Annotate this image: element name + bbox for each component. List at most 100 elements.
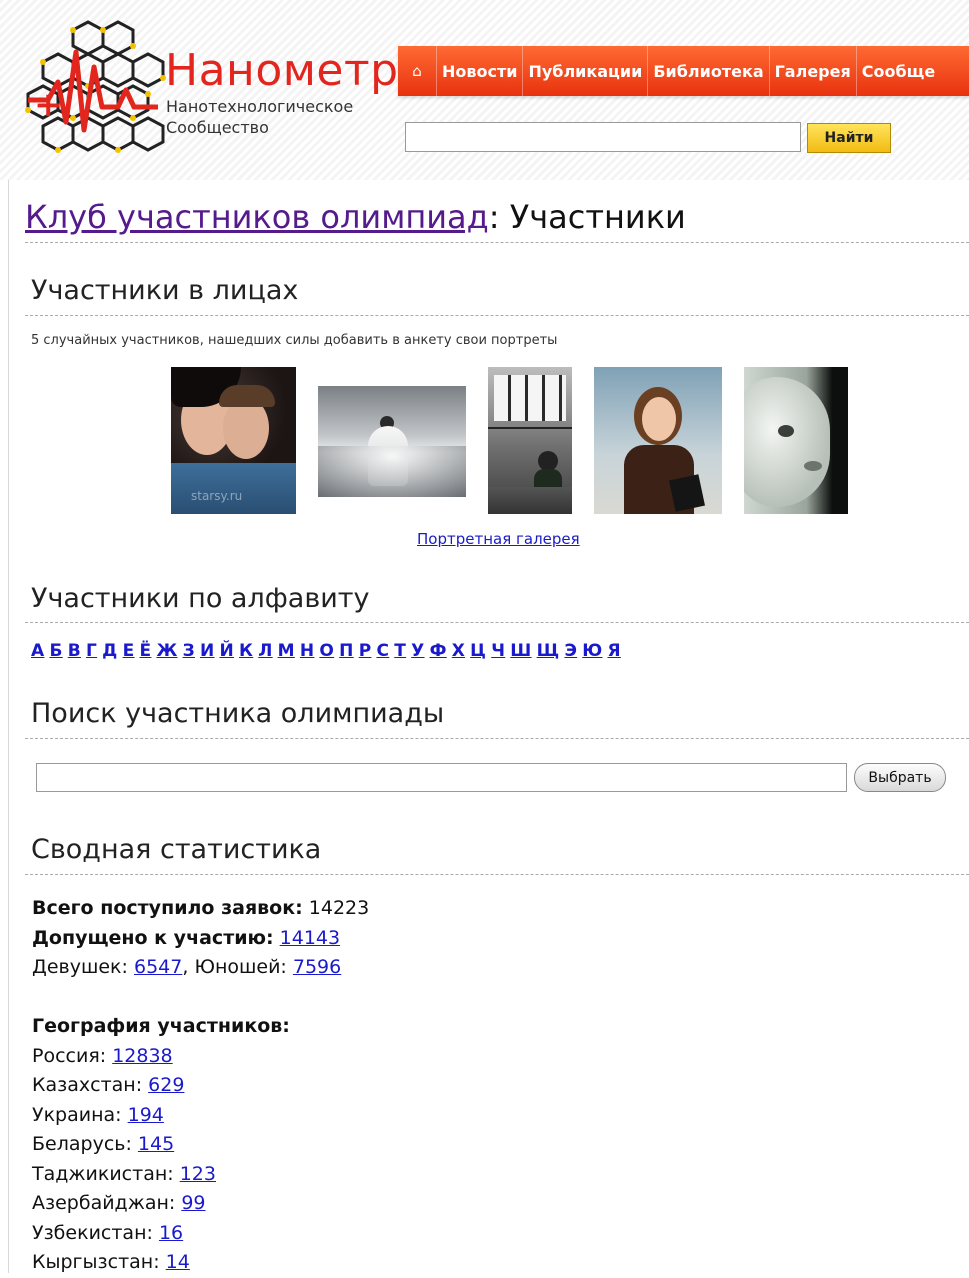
divider [25, 315, 969, 316]
country-name: Казахстан: [32, 1074, 143, 1096]
letter-link[interactable]: Й [219, 641, 234, 661]
member-photo[interactable]: starsy.ru [171, 367, 296, 514]
site-brand-name[interactable]: Нанометр [165, 46, 399, 96]
portrait-gallery-link[interactable]: Портретная галерея [417, 530, 580, 548]
breadcrumb-olympiad-club-link[interactable]: Клуб участников олимпиад [25, 198, 489, 236]
tagline-line-1: Нанотехнологическое [166, 97, 354, 116]
page-title: Клуб участников олимпиад: Участники [25, 196, 686, 238]
country-name: Таджикистан: [32, 1162, 174, 1185]
letter-link[interactable]: Б [49, 641, 62, 661]
top-navigation: ⌂ Новости Публикации Библиотека Галерея … [398, 46, 969, 96]
letter-link[interactable]: О [319, 641, 334, 661]
country-count-link[interactable]: 194 [128, 1104, 164, 1126]
stat-girls-link[interactable]: 6547 [134, 956, 182, 978]
stat-boys-link[interactable]: 7596 [293, 956, 341, 978]
letter-link[interactable]: Ж [156, 641, 177, 661]
section-heading-faces: Участники в лицах [31, 275, 299, 306]
divider [25, 874, 969, 875]
member-photo[interactable] [594, 367, 722, 514]
letter-link[interactable]: Ё [140, 641, 152, 661]
letter-link[interactable]: Ч [491, 641, 505, 661]
letter-link[interactable]: М [278, 641, 295, 661]
country-count-link[interactable]: 14 [166, 1251, 190, 1273]
svg-text:+: + [34, 85, 63, 125]
nanometr-logo-icon[interactable]: + [18, 12, 168, 162]
stat-total: Всего поступило заявок: 14223 [32, 894, 369, 924]
country-row: Азербайджан: 99 [32, 1189, 369, 1219]
stat-admitted-link[interactable]: 14143 [280, 927, 340, 949]
nav-library[interactable]: Библиотека [648, 46, 770, 96]
country-name: Россия: [32, 1044, 107, 1067]
site-search-button[interactable]: Найти [807, 123, 891, 153]
nav-community[interactable]: Сообще [857, 46, 940, 96]
letter-link[interactable]: И [200, 641, 215, 661]
letter-link[interactable]: Ш [510, 641, 531, 661]
member-photo[interactable] [488, 367, 572, 514]
site-search-input[interactable] [405, 122, 801, 152]
divider [25, 242, 969, 243]
country-name: Кыргызстан: [32, 1251, 160, 1273]
nav-gallery[interactable]: Галерея [770, 46, 857, 96]
country-count-link[interactable]: 12838 [112, 1045, 172, 1067]
country-row: Беларусь: 145 [32, 1130, 369, 1160]
section-heading-stats: Сводная статистика [31, 834, 322, 865]
nav-publications[interactable]: Публикации [523, 46, 649, 96]
country-count-link[interactable]: 123 [180, 1163, 216, 1185]
letter-link[interactable]: Р [359, 641, 372, 661]
summary-stats: Всего поступило заявок: 14223 Допущено к… [32, 894, 369, 1278]
letter-link[interactable]: П [339, 641, 354, 661]
letter-link[interactable]: С [376, 641, 389, 661]
country-row: Таджикистан: 123 [32, 1160, 369, 1190]
letter-link[interactable]: Д [102, 641, 117, 661]
participant-search-input[interactable] [36, 763, 847, 792]
page-title-rest: : Участники [488, 198, 686, 236]
photo-watermark: starsy.ru [191, 489, 243, 503]
stat-gender: Девушек: 6547, Юношей: 7596 [32, 956, 342, 978]
country-row: Казахстан: 629 [32, 1071, 369, 1101]
letter-link[interactable]: Х [452, 641, 465, 661]
geo-heading-text: География участников: [32, 1015, 290, 1037]
country-name: Беларусь: [32, 1133, 132, 1155]
letter-link[interactable]: Г [86, 641, 97, 661]
letter-link[interactable]: К [239, 641, 253, 661]
letter-link[interactable]: З [183, 641, 195, 661]
stat-boys-label: Юношей: [194, 956, 287, 978]
member-photo[interactable] [318, 386, 466, 497]
stat-admitted-label: Допущено к участию: [32, 926, 274, 949]
letter-link[interactable]: Л [258, 641, 272, 661]
alphabet-index: АБВГДЕЁЖЗИЙКЛМНОПРСТУФХЦЧШЩЭЮЯ [31, 641, 626, 661]
country-name: Азербайджан: [32, 1192, 176, 1214]
country-count-link[interactable]: 99 [181, 1192, 205, 1214]
country-count-link[interactable]: 629 [148, 1074, 184, 1096]
letter-link[interactable]: Н [300, 641, 315, 661]
letter-link[interactable]: Ц [470, 641, 486, 661]
country-row: Украина: 194 [32, 1101, 369, 1131]
member-photo[interactable] [744, 367, 848, 514]
letter-link[interactable]: Э [564, 641, 577, 661]
home-icon[interactable]: ⌂ [398, 46, 437, 96]
page-left-border [8, 0, 9, 1273]
stat-girls-label: Девушек: [32, 956, 128, 978]
letter-link[interactable]: Ф [430, 641, 447, 661]
nav-news[interactable]: Новости [437, 46, 524, 96]
portrait-gallery-link-text[interactable]: Портретная галерея [417, 530, 580, 548]
letter-link[interactable]: Е [123, 641, 135, 661]
letter-link[interactable]: Т [394, 641, 406, 661]
section-heading-alphabet: Участники по алфавиту [31, 583, 370, 614]
divider [25, 622, 969, 623]
country-name: Узбекистан: [32, 1221, 153, 1244]
letter-link[interactable]: Ю [582, 641, 602, 661]
letter-link[interactable]: А [31, 641, 44, 661]
letter-link[interactable]: Я [607, 641, 620, 661]
faces-note: 5 случайных участников, нашедших силы до… [31, 333, 558, 348]
country-count-link[interactable]: 145 [138, 1133, 174, 1155]
select-button[interactable]: Выбрать [854, 763, 946, 792]
letter-link[interactable]: В [68, 641, 81, 661]
country-count-link[interactable]: 16 [159, 1222, 183, 1244]
geo-heading: География участников: [32, 1012, 369, 1042]
country-row: Узбекистан: 16 [32, 1219, 369, 1249]
site-tagline: Нанотехнологическое Сообщество [166, 96, 353, 138]
letter-link[interactable]: У [411, 641, 424, 661]
letter-link[interactable]: Щ [537, 641, 560, 661]
section-heading-search: Поиск участника олимпиады [31, 698, 445, 729]
